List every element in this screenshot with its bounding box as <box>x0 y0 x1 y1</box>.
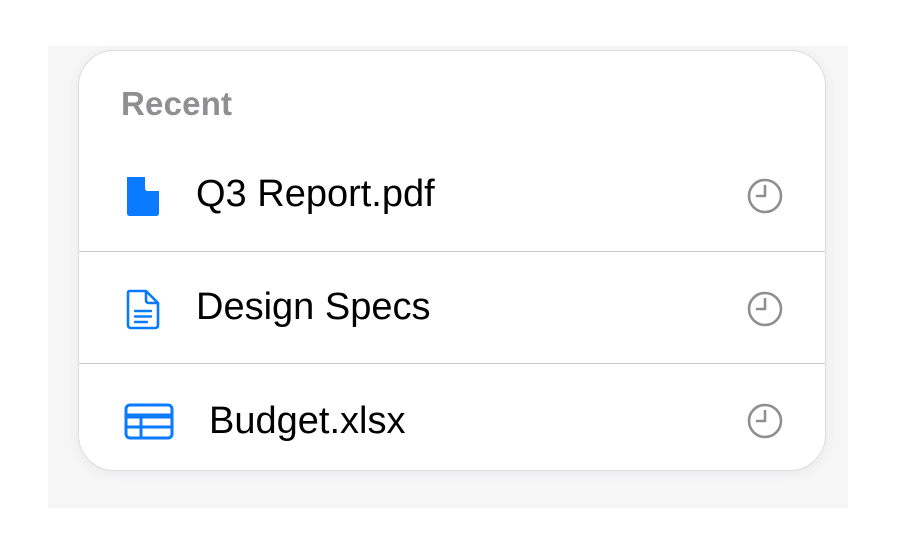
text-document-icon <box>123 288 163 330</box>
recent-item-budget[interactable]: Budget.xlsx <box>79 363 825 470</box>
recent-files-menu: Recent Q3 Report.pdf Design Specs Budget… <box>78 50 826 471</box>
clock-icon <box>746 290 784 328</box>
clock-icon <box>746 177 784 215</box>
clock-icon <box>746 402 784 440</box>
spreadsheet-icon <box>123 400 175 442</box>
recent-item-label: Q3 Report.pdf <box>196 173 435 215</box>
recent-item-q3-report[interactable]: Q3 Report.pdf <box>79 139 825 251</box>
recent-item-label: Budget.xlsx <box>209 400 406 442</box>
pdf-document-icon <box>123 175 163 217</box>
section-header: Recent <box>121 85 233 122</box>
recent-item-label: Design Specs <box>196 286 431 328</box>
recent-item-design-specs[interactable]: Design Specs <box>79 251 825 363</box>
